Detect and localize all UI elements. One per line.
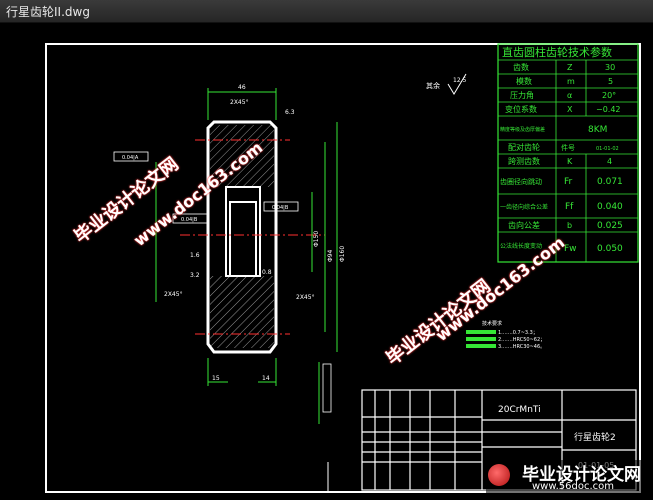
dim-bottom-right: 14 bbox=[262, 375, 270, 382]
roughness-b: 3.2 bbox=[190, 272, 200, 279]
param-row-2-sym: m bbox=[567, 77, 575, 86]
param-row-9-sym: Ff bbox=[565, 202, 574, 212]
gtol-b1: 0.04|B bbox=[181, 217, 198, 223]
param-row-7-sym: K bbox=[567, 157, 573, 166]
gear-param-table: 直齿圆柱齿轮技术参数 齿数 Z 30 模数 m 5 压力角 α 20° 变位系数 bbox=[497, 43, 639, 263]
param-row-4-sym: X bbox=[567, 105, 573, 114]
roughness-other-value: 12.5 bbox=[453, 77, 467, 84]
param-row-6-sym: 件号 bbox=[561, 143, 575, 152]
param-row-10-sym: b bbox=[567, 221, 572, 230]
param-row-3-sym: α bbox=[567, 91, 572, 100]
dim-width-top: 46 bbox=[238, 84, 246, 91]
tech-requirements: 技术要求 1.……0.7~3.3； 2.……HRC50~62； 3.……HRC3… bbox=[466, 320, 545, 350]
param-row-10-val: 0.025 bbox=[597, 221, 623, 231]
param-row-1-name: 齿数 bbox=[513, 62, 529, 72]
window-titlebar: 行星齿轮II.dwg bbox=[0, 0, 653, 23]
tech-line-3: 3.……HRC30~46。 bbox=[498, 344, 545, 350]
param-row-4-name: 变位系数 bbox=[505, 104, 537, 114]
param-row-6-name: 配对齿轮 bbox=[508, 142, 540, 152]
drawing-frame bbox=[45, 43, 641, 493]
param-row-8-val: 0.071 bbox=[597, 177, 623, 187]
chamfer-right: 2X45° bbox=[296, 294, 315, 301]
param-row-9-name: 一齿径向综合公差 bbox=[500, 203, 548, 211]
param-row-3-name: 压力角 bbox=[510, 90, 534, 100]
ucs-icon bbox=[327, 462, 358, 493]
param-row-5-name: 精度等级及齿厚偏差 bbox=[500, 126, 545, 133]
cad-drawing-canvas[interactable]: 其余 12.5 46 2X45° 2X45° 2X45° 6.3 15 14 Φ… bbox=[0, 22, 653, 496]
param-row-9-val: 0.040 bbox=[597, 202, 623, 212]
gtol-b2: 0.04|B bbox=[272, 205, 289, 211]
roughness-other-label: 其余 bbox=[426, 81, 440, 90]
brand-logo-icon bbox=[488, 464, 510, 486]
param-row-10-name: 齿向公差 bbox=[508, 220, 540, 230]
param-row-8-name: 齿圈径向跳动 bbox=[500, 177, 542, 186]
param-row-11-val: 0.050 bbox=[597, 244, 623, 254]
dim-bottom-left: 15 bbox=[212, 375, 220, 382]
param-row-2-name: 模数 bbox=[516, 76, 532, 86]
param-row-6-val: 01-01-02 bbox=[596, 146, 619, 152]
param-row-7-name: 跨测齿数 bbox=[508, 156, 540, 166]
title-block-part-name: 行星齿轮2 bbox=[574, 431, 616, 443]
dia-mid: Φ94 bbox=[327, 249, 334, 262]
brand-watermark: 毕业设计论文网 www.56doc.com bbox=[486, 460, 652, 496]
dia-small: Φ150 bbox=[313, 231, 320, 247]
tech-line-1: 1.……0.7~3.3； bbox=[498, 330, 538, 336]
title-block-material: 20CrMnTi bbox=[498, 405, 541, 415]
tech-line-2: 2.……HRC50~62； bbox=[498, 337, 545, 343]
roughness-top-right: 6.3 bbox=[285, 109, 295, 116]
chamfer-left: 2X45° bbox=[164, 291, 183, 298]
param-row-1-val: 30 bbox=[605, 63, 615, 72]
tech-title: 技术要求 bbox=[482, 320, 502, 327]
param-row-4-val: −0.42 bbox=[596, 105, 621, 114]
param-table-title: 直齿圆柱齿轮技术参数 bbox=[502, 45, 612, 59]
param-row-11-name: 公法线长度变动 bbox=[500, 242, 542, 250]
gear-section bbox=[113, 88, 338, 424]
dia-large: Φ160 bbox=[339, 246, 346, 262]
brand-url: www.56doc.com bbox=[532, 481, 615, 492]
chamfer-top: 2X45° bbox=[230, 99, 249, 106]
param-row-3-val: 20° bbox=[602, 91, 616, 100]
roughness-c: 0.8 bbox=[262, 269, 272, 276]
param-row-2-val: 5 bbox=[608, 77, 613, 86]
gtol-a: 0.04|A bbox=[122, 155, 139, 161]
param-row-7-val: 4 bbox=[607, 157, 612, 166]
window-title: 行星齿轮II.dwg bbox=[6, 5, 90, 19]
param-row-5-val: 8KM bbox=[588, 125, 607, 135]
param-row-1-sym: Z bbox=[567, 63, 573, 72]
param-row-11-sym: Fw bbox=[564, 244, 577, 254]
roughness-a: 1.6 bbox=[190, 252, 200, 259]
param-row-8-sym: Fr bbox=[564, 177, 573, 187]
